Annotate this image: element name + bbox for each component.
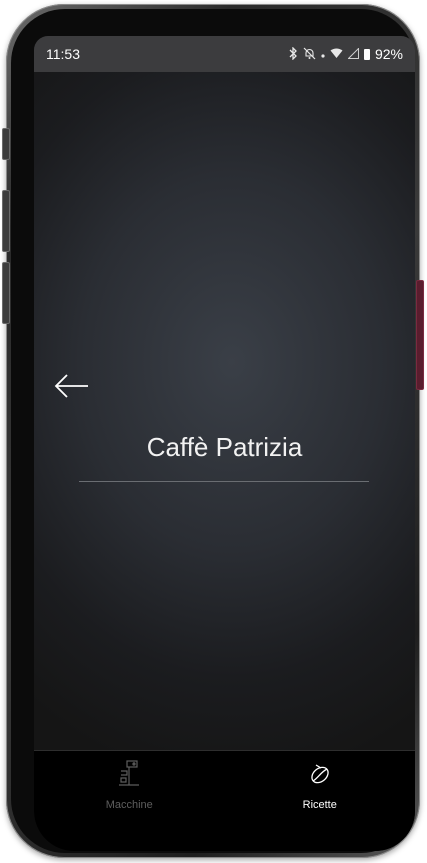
- title-underline: [79, 481, 369, 482]
- page-title: Caffè Patrizia: [146, 432, 303, 462]
- coffee-bean-icon: [311, 764, 329, 784]
- nav-label-macchine: Macchine: [105, 799, 153, 811]
- signal-icon: [347, 46, 359, 61]
- arrow-left-icon[interactable]: [54, 372, 90, 400]
- status-bar: 11:53 92%: [34, 36, 415, 72]
- wifi-icon: [330, 48, 343, 61]
- dot-icon: [321, 48, 325, 60]
- volume-down-button: [2, 262, 10, 324]
- bluetooth-icon: [288, 45, 298, 62]
- battery-icon: [363, 48, 370, 60]
- volume-up-button: [2, 190, 10, 252]
- status-time: 11:53: [46, 46, 80, 62]
- mute-switch: [2, 128, 10, 160]
- nav-item-ricette[interactable]: Ricette: [225, 751, 416, 851]
- nav-item-macchine[interactable]: Macchine: [34, 751, 225, 851]
- notifications-off-icon: [303, 47, 316, 62]
- coffee-machine-icon: [119, 760, 140, 786]
- nav-label-ricette: Ricette: [302, 799, 337, 811]
- status-icons: 92%: [288, 45, 403, 62]
- power-button: [416, 280, 424, 390]
- app-screen: 11:53 92% Caffè Patrizia Macchine Ricett…: [34, 36, 415, 851]
- battery-percent: 92%: [374, 46, 403, 62]
- bottom-nav: Macchine Ricette: [34, 750, 415, 851]
